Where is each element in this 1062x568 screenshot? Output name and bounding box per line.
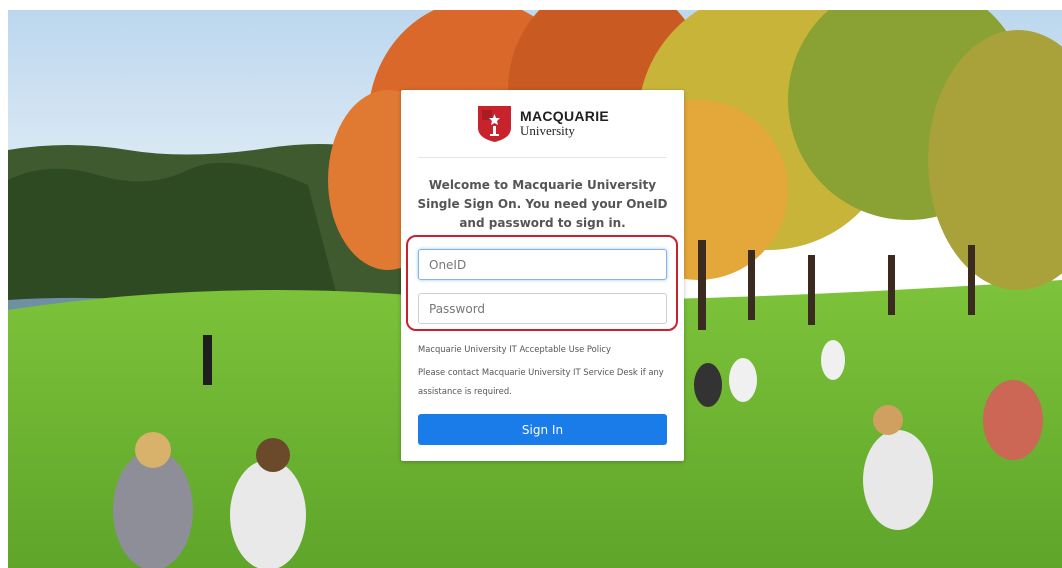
service-desk-contact-text: Please contact Macquarie University IT S… xyxy=(418,367,664,396)
sign-in-button[interactable]: Sign In xyxy=(418,414,667,445)
shield-icon xyxy=(478,106,511,142)
university-logo: MACQUARIE University xyxy=(478,106,618,144)
login-page: MACQUARIE University Welcome to Macquari… xyxy=(0,0,1062,568)
password-input[interactable] xyxy=(418,293,667,324)
login-card: MACQUARIE University Welcome to Macquari… xyxy=(401,90,684,461)
divider xyxy=(418,157,667,158)
brand-name: MACQUARIE xyxy=(520,108,610,124)
brand-subtitle: University xyxy=(520,123,575,138)
welcome-message: Welcome to Macquarie University Single S… xyxy=(417,178,668,230)
oneid-input[interactable] xyxy=(418,249,667,280)
acceptable-use-policy-text: Macquarie University IT Acceptable Use P… xyxy=(418,344,611,354)
